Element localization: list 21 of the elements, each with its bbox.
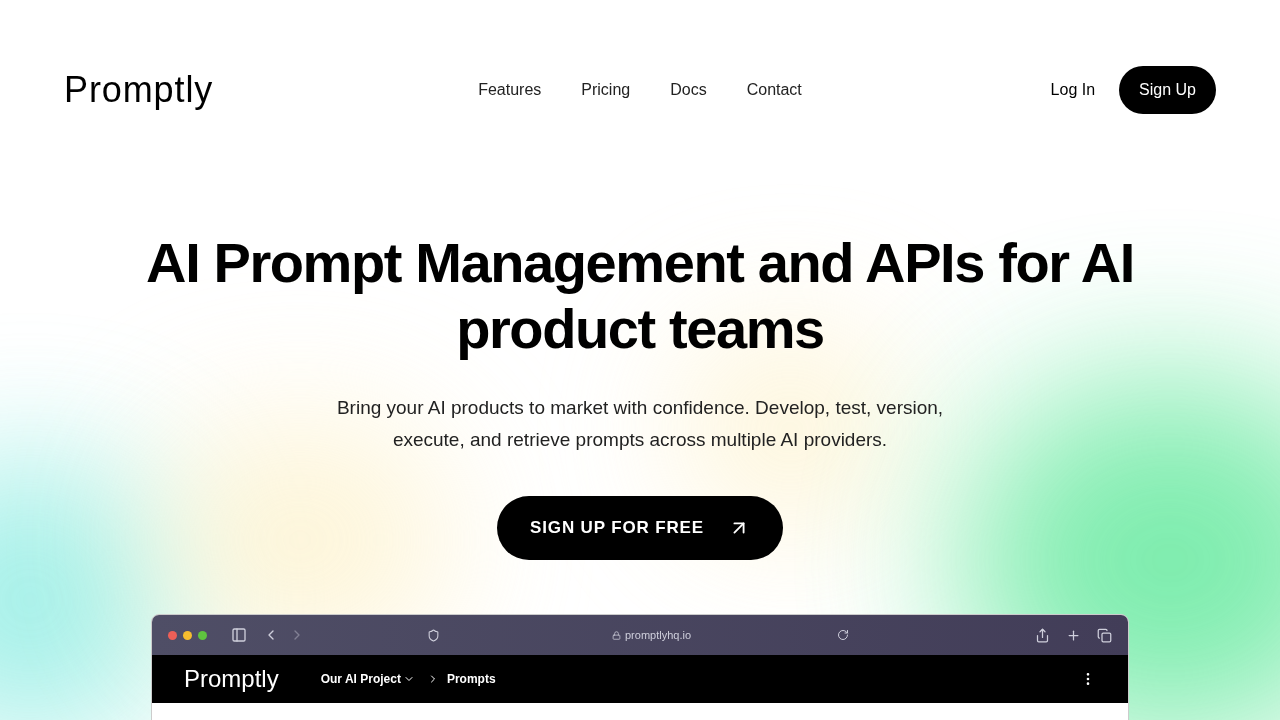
nav-link[interactable]: Docs bbox=[670, 78, 707, 102]
address-bar[interactable]: promptlyhq.io bbox=[625, 626, 692, 644]
logo[interactable]: Promptly bbox=[64, 63, 284, 117]
cta-button[interactable]: SIGN UP FOR FREE bbox=[497, 496, 783, 560]
signup-button[interactable]: Sign Up bbox=[1119, 66, 1216, 114]
sidebar-icon[interactable] bbox=[231, 627, 247, 643]
nav-link[interactable]: Features bbox=[478, 78, 542, 102]
project-dropdown[interactable]: Our AI Project bbox=[320, 670, 415, 688]
reload-icon[interactable] bbox=[837, 629, 850, 641]
share-icon[interactable] bbox=[1035, 627, 1050, 643]
shield-icon[interactable] bbox=[427, 628, 440, 642]
nav-link[interactable]: Contact bbox=[746, 78, 802, 102]
hero-title: AI Prompt Management and APIs for AI product teams bbox=[145, 230, 1135, 362]
new-tab-icon[interactable] bbox=[1066, 627, 1081, 643]
breadcrumb-current[interactable]: Prompts bbox=[446, 670, 496, 688]
lock-icon bbox=[612, 630, 621, 640]
app-logo[interactable]: Promptly bbox=[184, 661, 279, 697]
nav-link[interactable]: Pricing bbox=[581, 78, 631, 102]
login-link[interactable]: Log In bbox=[1050, 78, 1096, 102]
tabs-icon[interactable] bbox=[1097, 627, 1112, 643]
hero-subtitle: Bring your AI products to market with confidence. Develop, test, version, execute, and retrieve prompts across multiple AI providers. bbox=[335, 396, 945, 452]
